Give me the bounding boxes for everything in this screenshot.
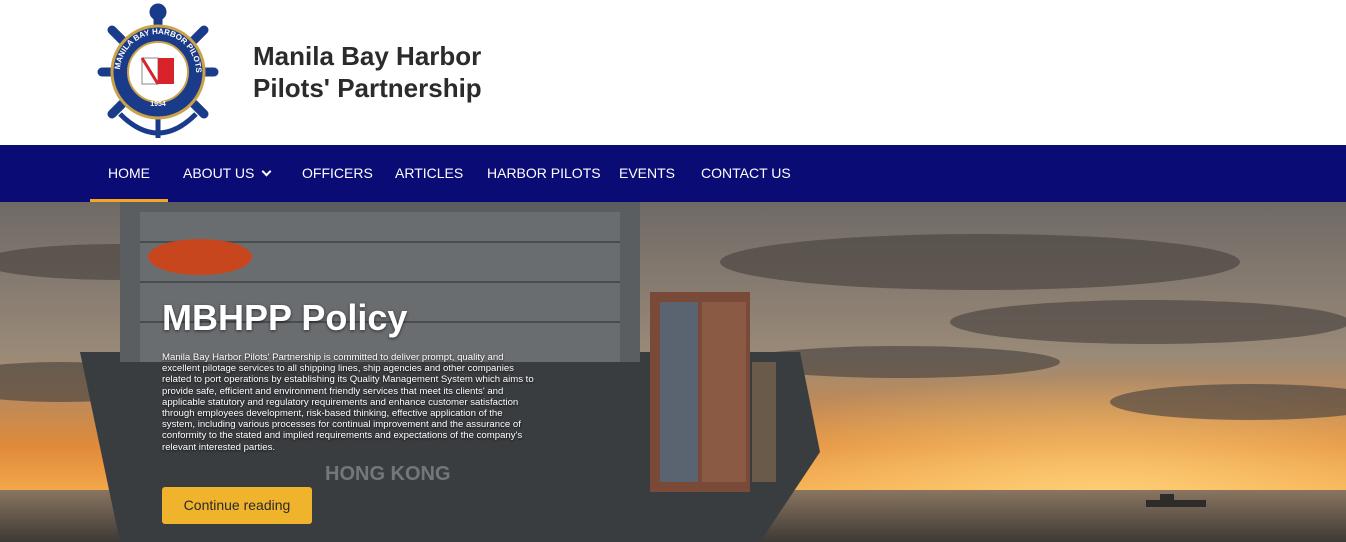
- nav-item-articles[interactable]: ARTICLES: [395, 145, 463, 202]
- nav-item-home[interactable]: HOME: [90, 145, 168, 202]
- site-header: 1954 MANILA BAY HARBOR PILOTS' PARTNERSH…: [0, 0, 1346, 145]
- main-nav: HOME ABOUT US OFFICERS ARTICLES HARBOR P…: [0, 145, 1346, 202]
- site-title-line2: Pilots' Partnership: [253, 73, 482, 103]
- chevron-down-icon: [261, 166, 272, 177]
- nav-item-harbor-pilots[interactable]: HARBOR PILOTS: [487, 145, 601, 202]
- svg-text:1954: 1954: [150, 101, 166, 108]
- hero-title: MBHPP Policy: [162, 297, 408, 338]
- ship-wheel-logo-icon: 1954 MANILA BAY HARBOR PILOTS' PARTNERSH…: [87, 0, 219, 138]
- svg-text:HONG KONG: HONG KONG: [325, 463, 451, 485]
- site-logo[interactable]: 1954 MANILA BAY HARBOR PILOTS' PARTNERSH…: [87, 0, 226, 142]
- nav-item-label: OFFICERS: [302, 165, 373, 181]
- nav-item-events[interactable]: EVENTS: [619, 145, 675, 202]
- site-title-line1: Manila Bay Harbor: [253, 41, 482, 71]
- nav-item-label: EVENTS: [619, 165, 676, 181]
- nav-item-label: HARBOR PILOTS: [487, 165, 601, 181]
- nav-item-label: ARTICLES: [395, 165, 464, 181]
- nav-item-label: CONTACT US: [701, 165, 791, 181]
- hero-banner: HONG KONG MBHPP Policy Manila Bay Harbor…: [0, 202, 1346, 542]
- hero-description: Manila Bay Harbor Pilots' Partnership is…: [162, 352, 534, 453]
- nav-item-about-us[interactable]: ABOUT US: [183, 145, 272, 202]
- nav-item-officers[interactable]: OFFICERS: [302, 145, 373, 202]
- nav-item-label: ABOUT US: [183, 165, 255, 181]
- continue-reading-button[interactable]: Continue reading: [162, 487, 312, 524]
- nav-item-label: HOME: [108, 165, 150, 181]
- nav-item-contact-us[interactable]: CONTACT US: [701, 145, 791, 202]
- site-title[interactable]: Manila Bay Harbor Pilots' Partnership: [253, 40, 482, 104]
